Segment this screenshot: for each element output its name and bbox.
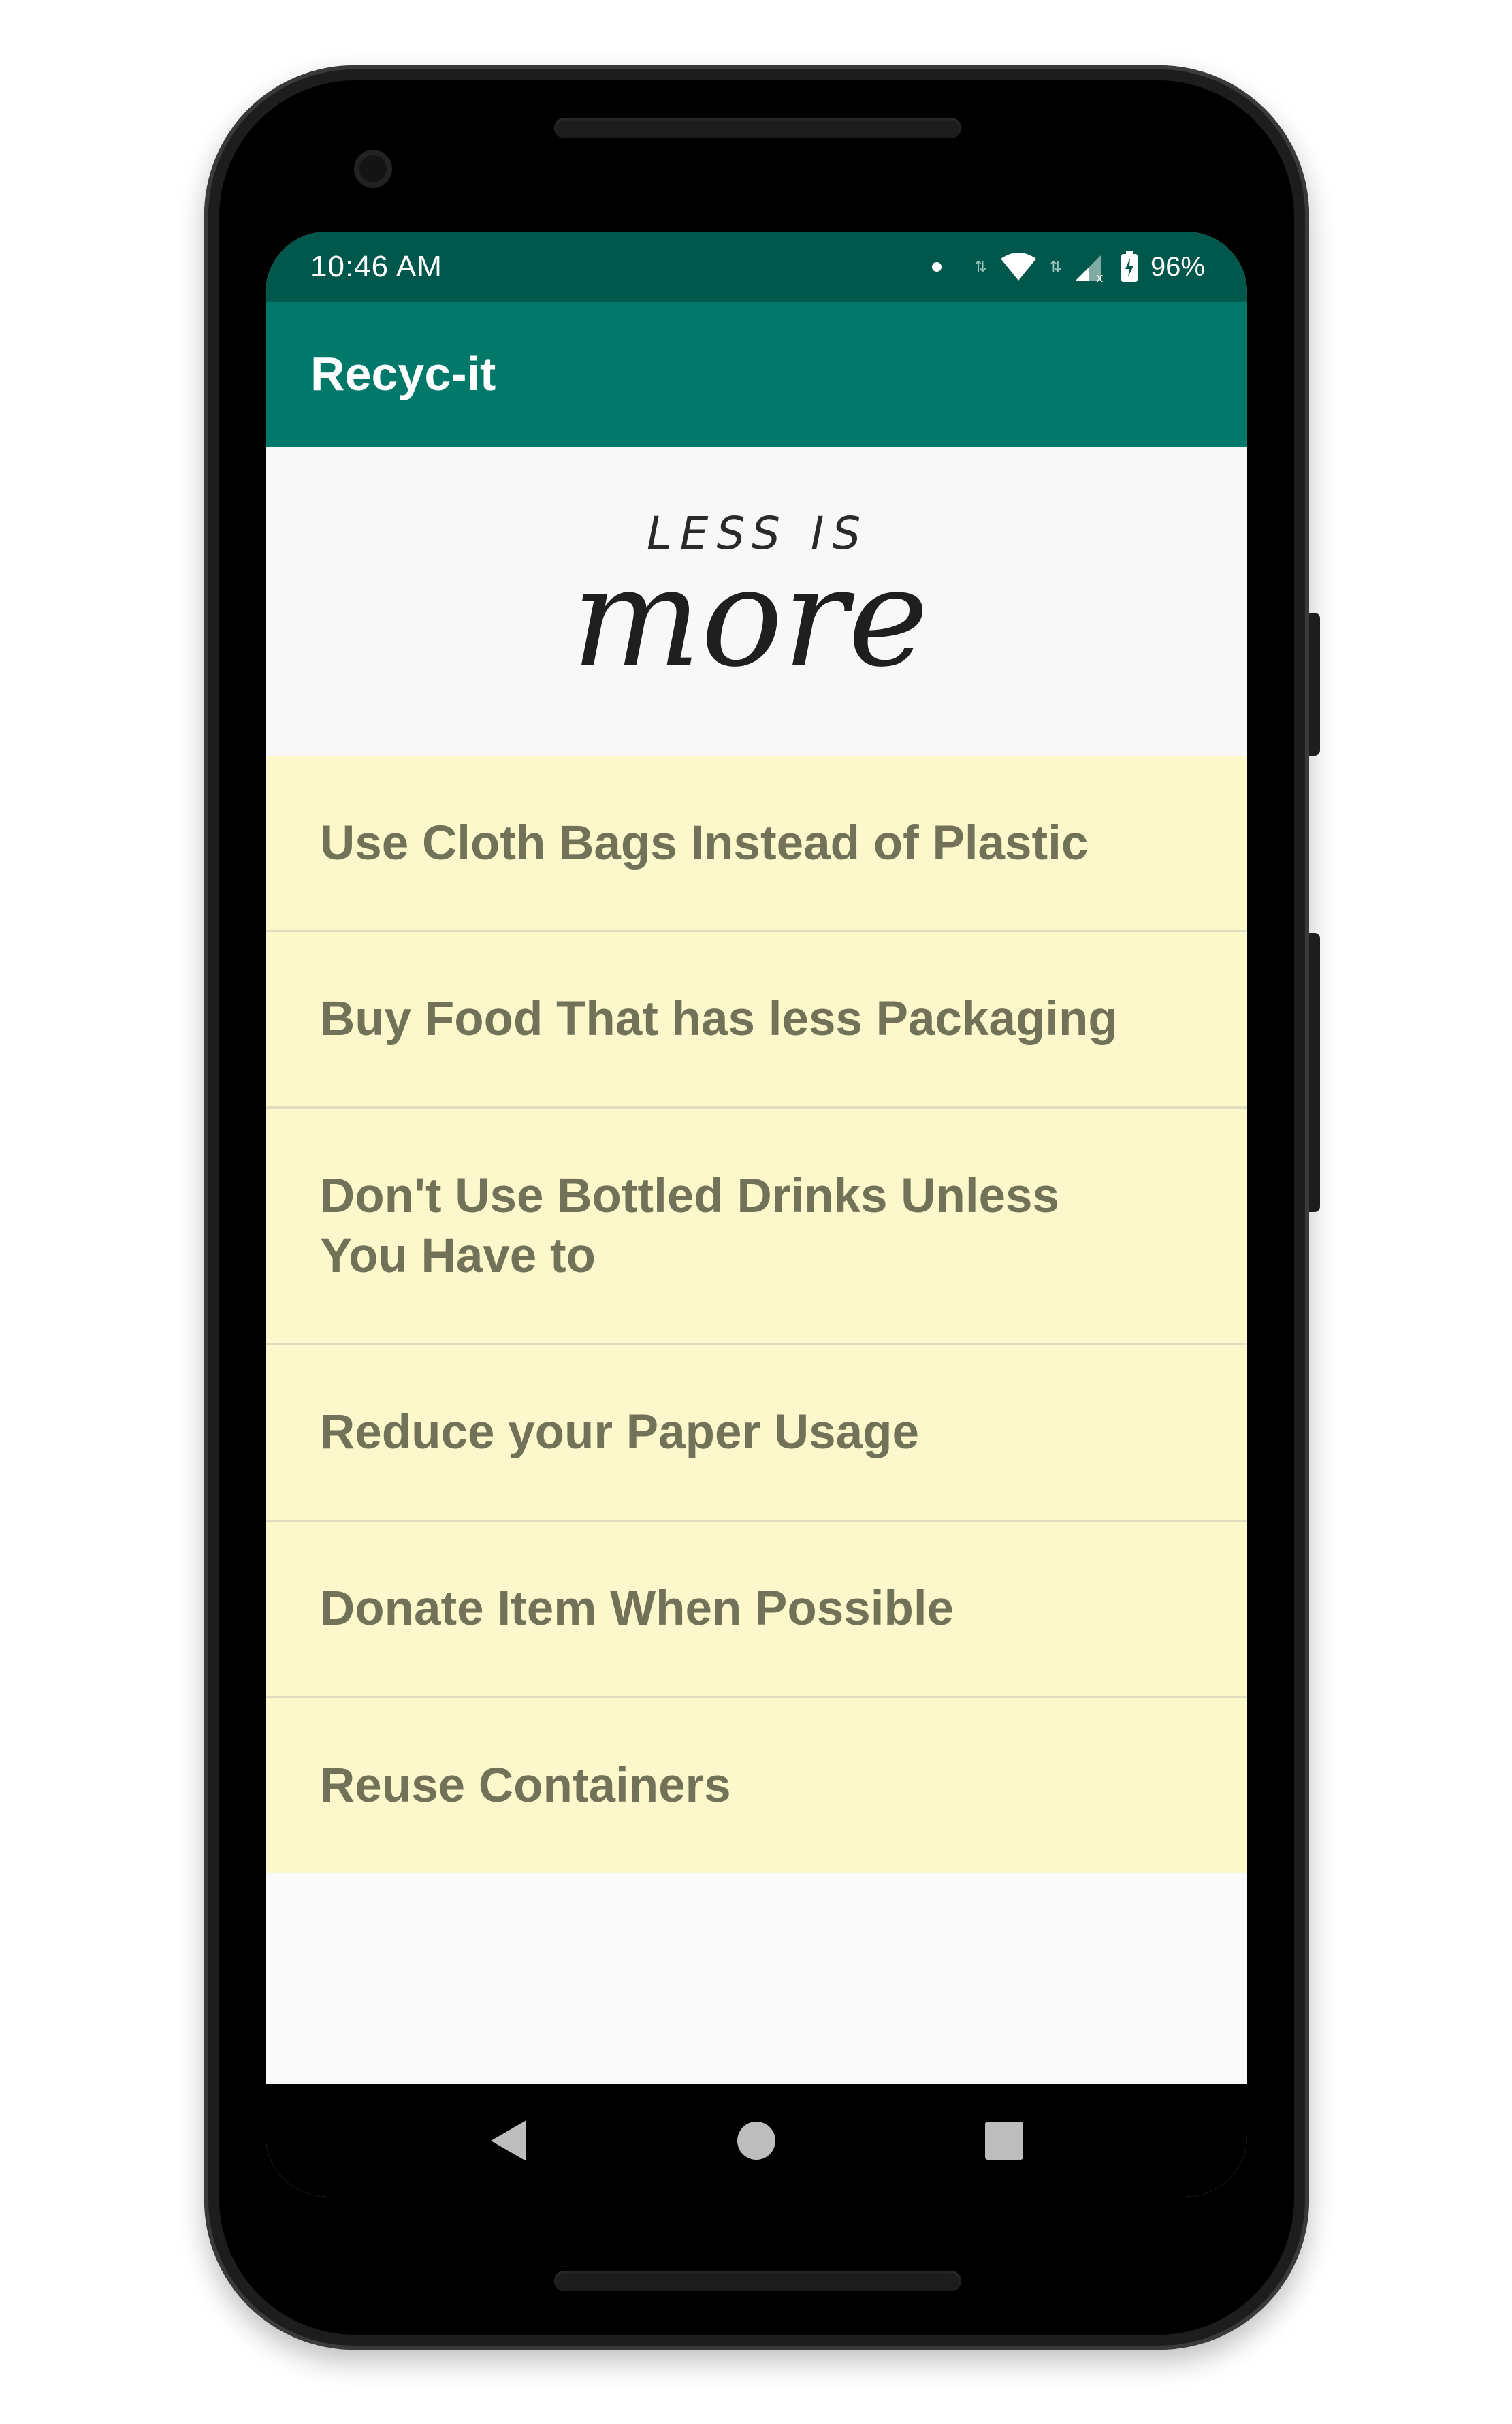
screen: 10:46 AM ⇅ ⇅ x 96% Recyc-it LESS IS more…	[266, 232, 1247, 2197]
battery-percent: 96%	[1150, 251, 1205, 282]
notification-dot-icon	[932, 262, 942, 272]
data-arrows-icon: ⇅	[974, 258, 987, 275]
navigation-bar	[266, 2084, 1247, 2197]
tip-item[interactable]: Reduce your Paper Usage	[266, 1345, 1247, 1522]
tip-label: Reduce your Paper Usage	[320, 1405, 919, 1459]
app-title: Recyc-it	[310, 347, 496, 400]
wifi-icon	[1000, 253, 1036, 281]
volume-button	[1309, 933, 1320, 1212]
top-speaker	[554, 118, 961, 138]
cell-signal-icon: x	[1075, 255, 1104, 282]
tip-item[interactable]: Buy Food That has less Packaging	[266, 932, 1247, 1109]
tip-label: Don't Use Bottled Drinks Unless You Have…	[320, 1168, 1060, 1283]
power-button	[1309, 613, 1320, 756]
banner-image: LESS IS more	[266, 447, 1247, 756]
home-icon[interactable]	[736, 2120, 777, 2161]
tip-item[interactable]: Reuse Containers	[266, 1698, 1247, 1873]
tips-list: Use Cloth Bags Instead of Plastic Buy Fo…	[266, 756, 1247, 1873]
tip-label: Donate Item When Possible	[320, 1582, 954, 1636]
app-bar: Recyc-it	[266, 302, 1247, 447]
banner-line-2: more	[572, 539, 929, 697]
status-bar: 10:46 AM ⇅ ⇅ x 96%	[266, 232, 1247, 302]
bottom-speaker	[554, 2271, 961, 2291]
tip-label: Use Cloth Bags Instead of Plastic	[320, 816, 1089, 870]
svg-text:x: x	[1096, 271, 1104, 282]
tip-label: Reuse Containers	[320, 1758, 731, 1813]
status-icons: ⇅ ⇅ x 96%	[932, 249, 1205, 285]
data-arrows-icon-2: ⇅	[1049, 258, 1062, 275]
tip-item[interactable]: Donate Item When Possible	[266, 1522, 1247, 1698]
front-camera	[354, 150, 392, 188]
tip-label: Buy Food That has less Packaging	[320, 992, 1118, 1046]
recents-icon[interactable]	[984, 2121, 1024, 2160]
battery-icon	[1121, 251, 1138, 282]
tip-item[interactable]: Don't Use Bottled Drinks Unless You Have…	[266, 1109, 1247, 1345]
back-icon[interactable]	[487, 2118, 530, 2164]
tip-item[interactable]: Use Cloth Bags Instead of Plastic	[266, 756, 1247, 932]
status-time: 10:46 AM	[310, 250, 443, 283]
